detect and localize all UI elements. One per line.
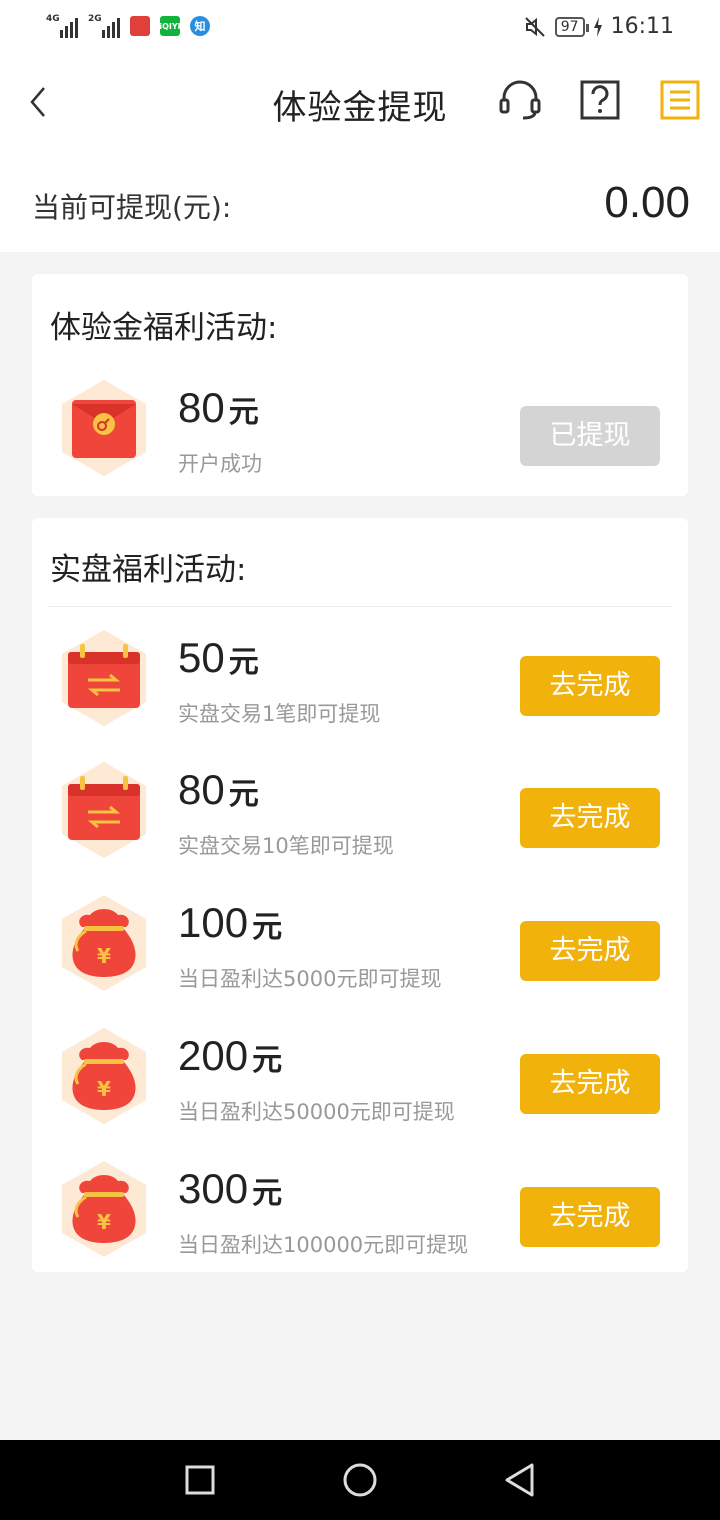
svg-text:¥: ¥	[97, 944, 111, 968]
reward-amount: 200 元	[178, 1032, 283, 1079]
go-complete-button[interactable]: 去完成	[520, 656, 660, 716]
experience-card-title: 体验金福利活动:	[50, 310, 278, 346]
system-nav-bar	[0, 1440, 720, 1520]
reward-condition: 开户成功	[178, 452, 262, 476]
reward-condition: 当日盈利达50000元即可提现	[178, 1100, 455, 1124]
signal-2g-icon: 2G	[88, 14, 120, 38]
money-bag-icon: ¥	[62, 1028, 146, 1124]
go-complete-button[interactable]: 去完成	[520, 921, 660, 981]
zhihu-app-icon: 知	[190, 16, 210, 36]
experience-activity-card: 体验金福利活动: 80 元 开户成功 已提现	[32, 274, 688, 496]
reward-amount: 100 元	[178, 899, 283, 946]
recents-icon[interactable]	[180, 1460, 220, 1500]
reward-condition: 实盘交易10笔即可提现	[178, 834, 394, 858]
help-icon[interactable]	[578, 78, 622, 122]
headset-icon[interactable]	[498, 78, 542, 122]
list-item: ¥ 200 元 当日盈利达50000元即可提现 去完成	[32, 1012, 688, 1144]
records-icon[interactable]	[658, 78, 702, 122]
status-bar: 4G 2G iQIYI 知 97 16:11	[0, 0, 720, 56]
back-nav-icon[interactable]	[500, 1460, 540, 1500]
balance-section: 当前可提现(元): 0.00	[0, 152, 720, 252]
real-card-title: 实盘福利活动:	[50, 552, 247, 588]
signal-4g-icon: 4G	[46, 14, 78, 38]
reward-amount: 80 元	[178, 766, 259, 813]
real-trading-activity-card: 实盘福利活动: 50 元 实盘交易1笔即可提现 去完成 80 元 实盘交易10笔即可…	[32, 518, 688, 1272]
withdrawn-button: 已提现	[520, 406, 660, 466]
home-icon[interactable]	[340, 1460, 380, 1500]
balance-label: 当前可提现(元):	[32, 191, 232, 224]
nav-bar: 体验金提现	[0, 56, 720, 152]
charging-icon	[593, 16, 602, 37]
exchange-calendar-icon	[62, 762, 146, 858]
reward-amount: 80 元	[178, 384, 259, 431]
news-app-icon	[130, 16, 150, 36]
reward-amount: 300 元	[178, 1165, 283, 1212]
money-bag-icon: ¥	[62, 1161, 146, 1257]
list-item: ¥ 300 元 当日盈利达100000元即可提现 去完成	[32, 1145, 688, 1277]
money-bag-icon: ¥	[62, 895, 146, 991]
go-complete-button[interactable]: 去完成	[520, 1187, 660, 1247]
battery-indicator: 97	[554, 16, 589, 37]
svg-text:¥: ¥	[97, 1077, 111, 1101]
iqiyi-app-icon: iQIYI	[159, 16, 181, 36]
list-item: 50 元 实盘交易1笔即可提现 去完成	[32, 614, 688, 746]
reward-amount: 50 元	[178, 634, 259, 681]
balance-value: 0.00	[604, 178, 690, 227]
list-item: 80 元 实盘交易10笔即可提现 去完成	[32, 746, 688, 878]
list-item: 80 元 开户成功 已提现	[32, 364, 688, 496]
clock: 16:11	[610, 14, 674, 39]
mute-icon	[525, 16, 545, 37]
list-item: ¥ 100 元 当日盈利达5000元即可提现 去完成	[32, 879, 688, 1011]
go-complete-button[interactable]: 去完成	[520, 788, 660, 848]
go-complete-button[interactable]: 去完成	[520, 1054, 660, 1114]
reward-condition: 实盘交易1笔即可提现	[178, 702, 381, 726]
reward-condition: 当日盈利达5000元即可提现	[178, 967, 442, 991]
red-envelope-icon	[62, 380, 146, 476]
reward-condition: 当日盈利达100000元即可提现	[178, 1233, 469, 1257]
exchange-calendar-icon	[62, 630, 146, 726]
divider	[48, 606, 672, 607]
svg-text:¥: ¥	[97, 1210, 111, 1234]
